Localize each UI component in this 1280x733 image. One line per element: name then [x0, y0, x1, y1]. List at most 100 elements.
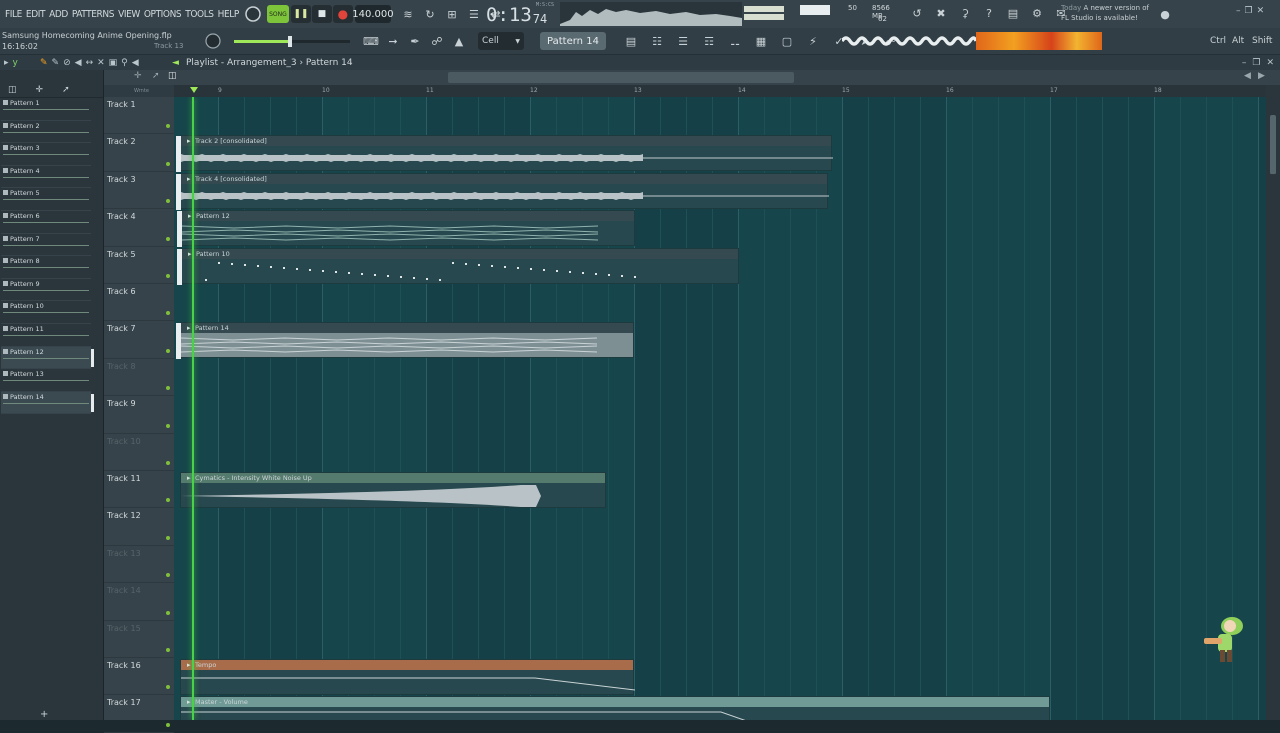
- arrow-tool-icon[interactable]: ➞: [384, 32, 402, 50]
- pitch-knob[interactable]: [204, 32, 222, 50]
- track-header[interactable]: Track 7: [104, 321, 174, 359]
- track-header[interactable]: Track 5: [104, 247, 174, 284]
- file-icon[interactable]: ▢: [778, 32, 796, 50]
- pattern-item[interactable]: Pattern 1: [1, 98, 91, 121]
- paint-tool-icon[interactable]: ✎: [52, 58, 60, 68]
- pattern-item[interactable]: Pattern 8: [1, 256, 91, 279]
- pattern-item[interactable]: Pattern 14: [1, 391, 94, 415]
- track-mute-led[interactable]: [166, 460, 170, 465]
- slip-tool-icon[interactable]: ↔: [86, 58, 94, 68]
- menu-patterns[interactable]: PATTERNS: [70, 9, 116, 20]
- pattern-item[interactable]: Pattern 10: [1, 301, 91, 324]
- track-mute-led[interactable]: [166, 236, 170, 241]
- track-mute-led[interactable]: [166, 498, 170, 503]
- vertical-scrollbar-thumb[interactable]: [1270, 115, 1276, 175]
- track-mute-led[interactable]: [166, 273, 170, 278]
- plugin-icon[interactable]: ⚙: [1028, 4, 1046, 22]
- clip-resize-handle[interactable]: [176, 136, 181, 173]
- pattern-item[interactable]: Pattern 12: [1, 346, 94, 370]
- playlist-clip[interactable]: Track 2 [consolidated]: [176, 135, 833, 173]
- browser-tree-icon[interactable]: ⚋: [726, 32, 744, 50]
- playlist-close-icon[interactable]: ✕: [1266, 58, 1274, 68]
- pattern-item[interactable]: Pattern 3: [1, 143, 91, 166]
- track-mute-led[interactable]: [166, 610, 170, 615]
- track-mute-led[interactable]: [166, 311, 170, 316]
- track-header[interactable]: Track 6: [104, 284, 174, 322]
- master-volume-handle[interactable]: [288, 36, 292, 47]
- pattern-view-icon[interactable]: ◫: [168, 71, 177, 81]
- track-mute-led[interactable]: [166, 124, 170, 129]
- pattern-selector[interactable]: Pattern 14: [540, 32, 606, 50]
- playhead-marker[interactable]: [190, 87, 198, 93]
- master-volume-knob[interactable]: [244, 5, 262, 23]
- plug-icon[interactable]: ⚡: [804, 32, 822, 50]
- pattern-item[interactable]: Pattern 6: [1, 211, 91, 234]
- update-globe-icon[interactable]: ●: [1156, 5, 1174, 23]
- pattern-item[interactable]: Pattern 5: [1, 188, 91, 211]
- playlist-grid[interactable]: Track 2 [consolidated] Track 4 [consolida…: [174, 97, 1266, 720]
- timeline-ruler[interactable]: 9 10 11 12 13 14 15 16 17 18: [174, 85, 1266, 97]
- add-pattern-icon[interactable]: +: [40, 709, 48, 720]
- playhead[interactable]: [192, 97, 194, 720]
- track-mute-led[interactable]: [166, 161, 170, 166]
- master-volume-slider[interactable]: [234, 36, 350, 47]
- menu-file[interactable]: FILE: [3, 9, 24, 20]
- help-icon[interactable]: ?: [980, 4, 998, 22]
- track-header[interactable]: Track 12: [104, 508, 174, 546]
- playlist-clip[interactable]: Pattern 14: [176, 322, 634, 360]
- track-header[interactable]: Track 15: [104, 621, 174, 658]
- stamp-icon[interactable]: ▲: [450, 32, 468, 50]
- picker-tab-audio-icon[interactable]: ✛: [36, 85, 44, 95]
- minimize-icon[interactable]: –: [1236, 6, 1241, 16]
- track-mute-led[interactable]: [166, 573, 170, 578]
- playlist-clip[interactable]: Pattern 10: [177, 247, 739, 285]
- track-mute-led[interactable]: [166, 685, 170, 690]
- picker-tab-patterns-icon[interactable]: ◫: [8, 85, 17, 95]
- pattern-item[interactable]: Pattern 4: [1, 166, 91, 189]
- scroll-right-icon[interactable]: ▶: [1258, 71, 1265, 81]
- playlist-clip[interactable]: Master - Volume: [180, 696, 1050, 720]
- undo-icon[interactable]: ↺: [908, 4, 926, 22]
- tempo-display[interactable]: 140.000: [352, 5, 394, 23]
- track-header[interactable]: Track 3: [104, 172, 174, 210]
- cut-icon[interactable]: ✖: [932, 4, 950, 22]
- save-icon[interactable]: ▤: [1004, 4, 1022, 22]
- track-header[interactable]: Track 1: [104, 97, 174, 135]
- menu-view[interactable]: VIEW: [116, 9, 142, 20]
- select-tool-icon[interactable]: ▣: [109, 58, 118, 68]
- typing-keyboard-icon[interactable]: ⌨: [362, 32, 380, 50]
- menu-help[interactable]: HELP: [216, 9, 241, 20]
- track-header[interactable]: Track 10: [104, 434, 174, 471]
- track-header[interactable]: Track 11: [104, 471, 174, 509]
- countdown-icon[interactable]: ⊞: [443, 5, 461, 23]
- record-button[interactable]: ●: [332, 5, 353, 23]
- clip-resize-handle[interactable]: [176, 173, 181, 210]
- playlist-icon[interactable]: ▤: [622, 32, 640, 50]
- track-header[interactable]: Track 8: [104, 359, 174, 397]
- arrow-right-icon[interactable]: ▸: [4, 58, 9, 68]
- restore-icon[interactable]: ❐: [1245, 6, 1253, 16]
- horizontal-scrollbar[interactable]: [448, 72, 794, 83]
- news-panel[interactable]: Today A newer version of FL Studio is av…: [1061, 3, 1149, 23]
- pattern-item[interactable]: Pattern 7: [1, 234, 91, 257]
- track-header[interactable]: Track 13: [104, 546, 174, 584]
- track-mute-led[interactable]: [166, 386, 170, 391]
- playlist-clip[interactable]: Track 4 [consolidated]: [176, 172, 829, 210]
- mute-tool-icon[interactable]: ◀: [75, 58, 82, 68]
- close-icon[interactable]: ✕: [1257, 6, 1265, 16]
- playback-tool-icon[interactable]: ◀: [132, 58, 139, 68]
- pause-button[interactable]: ❚❚: [290, 5, 311, 23]
- pencil-tool-icon[interactable]: ✎: [40, 58, 48, 68]
- slice-tool-icon[interactable]: ✕: [97, 58, 105, 68]
- brush-tool-icon[interactable]: ✒: [406, 32, 424, 50]
- snap-dropdown[interactable]: Cell ▼: [478, 32, 524, 50]
- link-icon[interactable]: ☍: [428, 32, 446, 50]
- track-mute-led[interactable]: [166, 722, 170, 727]
- pattern-item[interactable]: Pattern 11: [1, 324, 91, 347]
- pattern-item[interactable]: Pattern 2: [1, 121, 91, 144]
- track-mute-led[interactable]: [166, 199, 170, 204]
- playlist-clip[interactable]: Pattern 12: [177, 210, 635, 248]
- wait-for-input-icon[interactable]: ↻: [421, 5, 439, 23]
- delete-tool-icon[interactable]: ⊘: [63, 58, 71, 68]
- mixer-icon[interactable]: ☶: [700, 32, 718, 50]
